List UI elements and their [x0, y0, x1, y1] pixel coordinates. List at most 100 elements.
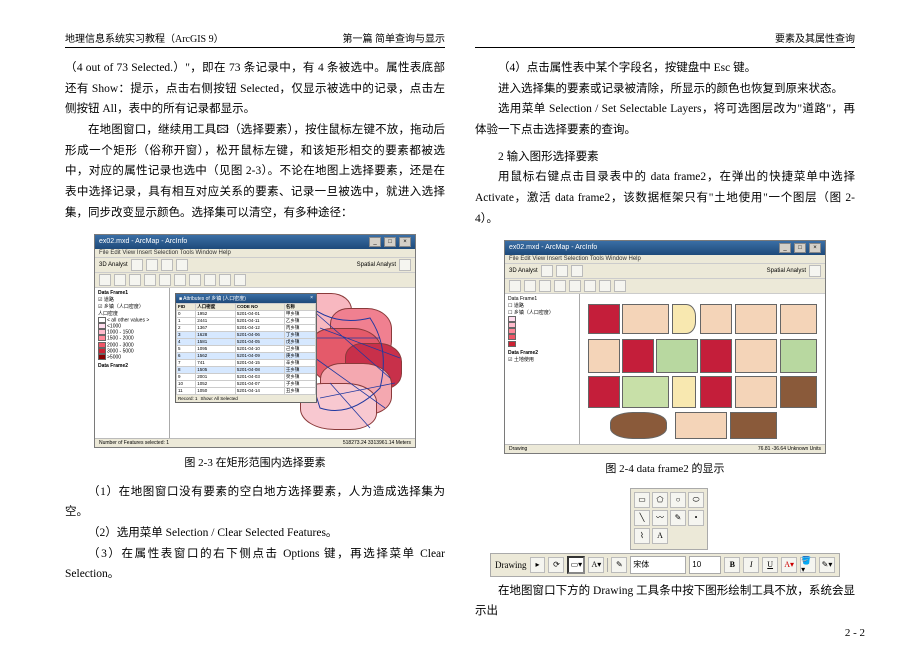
curve-icon[interactable]: 〰: [652, 510, 668, 526]
tool-icon[interactable]: [189, 274, 201, 286]
menubar[interactable]: File Edit View Insert Selection Tools Wi…: [95, 249, 415, 258]
toc-layer-town[interactable]: ☐ 乡镇（人口密度）: [507, 309, 577, 316]
table-row[interactable]: 124415201-04-11乙乡镇: [177, 317, 316, 324]
italic-icon[interactable]: I: [743, 557, 759, 573]
tool-icon[interactable]: [144, 274, 156, 286]
toc-layer-road[interactable]: ☑ 道路: [97, 296, 167, 303]
tool-icon[interactable]: [114, 274, 126, 286]
section-2-title: 2 输入图形选择要素: [475, 147, 855, 168]
tool-icon[interactable]: [554, 280, 566, 292]
close-icon[interactable]: ×: [399, 237, 411, 247]
attribute-table[interactable]: FID 人口密度 CODE NO 名称 019525201-04-01甲乡镇12…: [176, 303, 316, 395]
bold-icon[interactable]: B: [724, 557, 740, 573]
tool-icon[interactable]: [539, 280, 551, 292]
toc-panel[interactable]: Data Frame1 ☑ 道路 ☑ 乡镇（人口密度） 人口密度 < all o…: [95, 288, 170, 438]
table-row[interactable]: 815055201-04-08壬乡镇: [177, 366, 316, 373]
tool-icon[interactable]: [204, 274, 216, 286]
tool-icon[interactable]: [174, 274, 186, 286]
tool-icon[interactable]: [524, 280, 536, 292]
shape-dropdown-panel[interactable]: ▭ ⬠ ○ ⬭ ╲ 〰 ✎ • ⌇ A: [630, 488, 708, 550]
attr-close-icon[interactable]: ×: [310, 295, 313, 302]
font-color-icon[interactable]: A▾: [781, 557, 797, 573]
tool-icon[interactable]: [161, 259, 173, 271]
tool-icon[interactable]: [809, 265, 821, 277]
table-row[interactable]: 1110505201-04-14丑乡镇: [177, 387, 316, 394]
tool-icon[interactable]: [556, 265, 568, 277]
tool-icon[interactable]: [176, 259, 188, 271]
close-icon[interactable]: ×: [809, 243, 821, 253]
map-view[interactable]: [580, 294, 825, 444]
tool-icon[interactable]: [571, 265, 583, 277]
tool-icon[interactable]: [234, 274, 246, 286]
toolbar-label-spatial: Spatial Analyst: [357, 262, 396, 268]
toolbar-label-spatial: Spatial Analyst: [767, 268, 806, 274]
rotate-icon[interactable]: ⟳: [548, 557, 564, 573]
toolbar-row1: 3D Analyst Spatial Analyst: [505, 264, 825, 279]
menubar[interactable]: File Edit View Insert Selection Tools Wi…: [505, 255, 825, 264]
ellipse-icon[interactable]: ⬭: [688, 492, 704, 508]
table-row[interactable]: 920015201-04-03癸乡镇: [177, 373, 316, 380]
line-icon[interactable]: ╲: [634, 510, 650, 526]
toc-panel[interactable]: Data Frame1 ☐ 道路 ☐ 乡镇（人口密度） Data Frame2 …: [505, 294, 580, 444]
toc-layer-landuse[interactable]: ☑ 土地使用: [507, 356, 577, 363]
toc-layer-road[interactable]: ☐ 道路: [507, 302, 577, 309]
tool-icon[interactable]: [599, 280, 611, 292]
map-canvas: [580, 294, 825, 444]
tool-icon[interactable]: [159, 274, 171, 286]
table-row[interactable]: 510955201-04-10己乡镇: [177, 345, 316, 352]
rectangle-icon[interactable]: ▭: [634, 492, 650, 508]
attribute-table-window[interactable]: ■ Attributes of 乡镇 (人口密度) × FID 人口密度 COD…: [175, 293, 317, 403]
freehand-icon[interactable]: ✎: [670, 510, 686, 526]
fill-color-icon[interactable]: 🪣▾: [800, 557, 816, 573]
edit-icon[interactable]: ✎: [611, 557, 627, 573]
map-view[interactable]: ■ Attributes of 乡镇 (人口密度) × FID 人口密度 COD…: [170, 288, 415, 438]
toolbar-row2: [505, 279, 825, 294]
text-tool-icon[interactable]: A▾: [588, 557, 604, 573]
minimize-icon[interactable]: _: [369, 237, 381, 247]
size-select[interactable]: [689, 556, 721, 574]
tool-icon[interactable]: [509, 280, 521, 292]
circle-icon[interactable]: ○: [670, 492, 686, 508]
minimize-icon[interactable]: _: [779, 243, 791, 253]
text-icon[interactable]: A: [652, 528, 668, 544]
toolbar-label-3d: 3D Analyst: [509, 268, 538, 274]
show-toggle[interactable]: Show: All Selected: [201, 396, 238, 401]
tool-icon[interactable]: [614, 280, 626, 292]
right-para-5: 在地图窗口下方的 Drawing 工具条中按下图形绘制工具不放，系统会显示出: [475, 581, 855, 622]
pointer-icon[interactable]: ▸: [530, 557, 546, 573]
figure-2-3-caption: 图 2-3 在矩形范围内选择要素: [65, 454, 445, 470]
tool-icon[interactable]: [99, 274, 111, 286]
tool-icon[interactable]: [131, 259, 143, 271]
polygon-icon[interactable]: ⬠: [652, 492, 668, 508]
record-nav[interactable]: Record: 1: [178, 396, 198, 401]
table-row[interactable]: 316285201-04-06丁乡镇: [177, 331, 316, 338]
font-select[interactable]: [630, 556, 686, 574]
line-color-icon[interactable]: ✎▾: [819, 557, 835, 573]
toc-dataframe2[interactable]: Data Frame2: [97, 363, 167, 369]
polyline-icon[interactable]: ⌇: [634, 528, 650, 544]
content-row: Data Frame1 ☑ 道路 ☑ 乡镇（人口密度） 人口密度 < all o…: [95, 288, 415, 438]
table-row[interactable]: 415815201-04-05戊乡镇: [177, 338, 316, 345]
maximize-icon[interactable]: □: [384, 237, 396, 247]
page-number: 2 - 2: [845, 627, 865, 639]
marker-icon[interactable]: •: [688, 510, 704, 526]
document-page: 地理信息系统实习教程（ArcGIS 9） 第一篇 简单查询与显示 （4 out …: [0, 0, 920, 651]
tool-icon[interactable]: [129, 274, 141, 286]
right-para-4: 用鼠标右键点击目录表中的 data frame2，在弹出的快捷菜单中选择 Act…: [475, 167, 855, 229]
tool-icon[interactable]: [541, 265, 553, 277]
tool-icon[interactable]: [584, 280, 596, 292]
maximize-icon[interactable]: □: [794, 243, 806, 253]
table-row[interactable]: 615625201-04-09庚乡镇: [177, 352, 316, 359]
tool-icon[interactable]: [146, 259, 158, 271]
shape-dropdown-icon[interactable]: ▭▾: [567, 556, 585, 574]
tool-icon[interactable]: [399, 259, 411, 271]
tool-icon[interactable]: [569, 280, 581, 292]
table-row[interactable]: 019525201-04-01甲乡镇: [177, 310, 316, 317]
table-row[interactable]: 213675201-04-12丙乡镇: [177, 324, 316, 331]
page-header-right: 要素及其属性查询: [475, 0, 855, 48]
underline-icon[interactable]: U: [762, 557, 778, 573]
toc-layer-town[interactable]: ☑ 乡镇（人口密度）: [97, 303, 167, 310]
tool-icon[interactable]: [219, 274, 231, 286]
table-row[interactable]: 1010525201-04-07子乡镇: [177, 380, 316, 387]
table-row[interactable]: 77415201-04-15辛乡镇: [177, 359, 316, 366]
